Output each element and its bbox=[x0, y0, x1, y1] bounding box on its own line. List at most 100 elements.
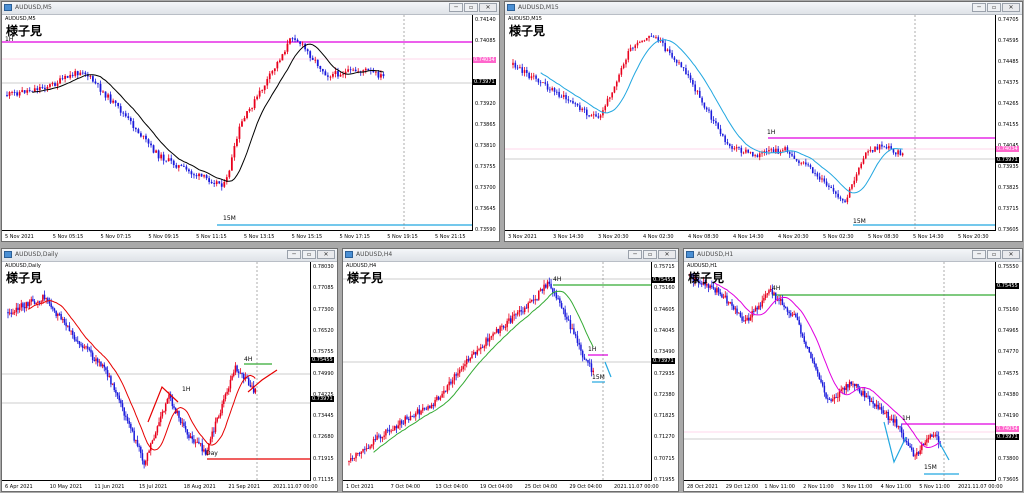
price-chart[interactable]: AUDUSD,H4 様子見 4H 1H 15M 0.75715 0.75160 0.… bbox=[343, 262, 678, 491]
chart-canvas[interactable] bbox=[684, 262, 1022, 491]
window-titlebar[interactable]: AUDUSD,M15 ─ ▫ ✕ bbox=[505, 2, 1022, 15]
chart-window-m5[interactable]: AUDUSD,M5 ─ ▫ ✕ AUDUSD,M5 様子見 1H 15M 0.7… bbox=[1, 1, 500, 242]
candle-body bbox=[895, 419, 898, 427]
restore-button[interactable]: ▫ bbox=[987, 3, 1001, 12]
candle-body bbox=[11, 92, 13, 93]
candle-body bbox=[717, 288, 720, 293]
close-button[interactable]: ✕ bbox=[1002, 3, 1020, 12]
minimize-button[interactable]: ─ bbox=[449, 3, 463, 12]
restore-button[interactable]: ▫ bbox=[987, 250, 1001, 259]
time-tick-label: 4 Nov 20:30 bbox=[778, 234, 809, 240]
price-chart[interactable]: AUDUSD,M15 様子見 1H 15M 0.74705 0.74595 0.74… bbox=[505, 15, 1022, 241]
chart-window-h4[interactable]: AUDUSD,H4 ─ ▫ ✕ AUDUSD,H4 様子見 4H 1H 15M … bbox=[342, 248, 679, 492]
chart-canvas[interactable] bbox=[505, 15, 1022, 241]
candle-body bbox=[495, 328, 498, 333]
candle-body bbox=[929, 434, 931, 438]
candle-body bbox=[863, 391, 866, 398]
candle-body bbox=[446, 385, 449, 392]
candle-body bbox=[555, 292, 558, 299]
window-titlebar[interactable]: AUDUSD,H1 ─ ▫ ✕ bbox=[684, 249, 1022, 262]
trend-arrow bbox=[147, 385, 179, 423]
candle-body bbox=[786, 308, 789, 312]
price-tick-label: 0.74380 bbox=[998, 391, 1019, 398]
candle-body bbox=[546, 281, 549, 288]
candle-body bbox=[853, 383, 856, 387]
candle-body bbox=[811, 167, 814, 174]
candle-body bbox=[768, 290, 770, 294]
candle-body bbox=[934, 434, 937, 436]
minimize-button[interactable]: ─ bbox=[628, 250, 642, 259]
candle-body bbox=[795, 158, 798, 161]
candle-body bbox=[251, 108, 253, 109]
candle-body bbox=[884, 413, 886, 414]
close-button[interactable]: ✕ bbox=[479, 3, 497, 12]
price-tick-label: 0.74705 bbox=[998, 17, 1019, 23]
candle-body bbox=[779, 299, 782, 301]
chart-canvas[interactable] bbox=[343, 262, 678, 491]
candle-body bbox=[286, 43, 289, 52]
candle-body bbox=[726, 295, 728, 304]
candle-body bbox=[749, 151, 752, 153]
candle-body bbox=[78, 341, 81, 345]
chart-canvas[interactable] bbox=[2, 262, 337, 491]
candle-body bbox=[268, 73, 271, 80]
candle-body bbox=[339, 74, 342, 77]
restore-button[interactable]: ▫ bbox=[643, 250, 657, 259]
candle-body bbox=[726, 142, 729, 144]
time-tick-label: 10 May 2021 bbox=[49, 484, 83, 490]
chart-window-m15[interactable]: AUDUSD,M15 ─ ▫ ✕ AUDUSD,M15 様子見 1H 15M 0… bbox=[504, 1, 1023, 242]
candle-body bbox=[759, 305, 762, 307]
candle-body bbox=[880, 407, 883, 411]
candle-body bbox=[377, 71, 380, 78]
candle-body bbox=[825, 392, 827, 399]
candle-body bbox=[476, 350, 479, 355]
candle-body bbox=[492, 333, 494, 337]
candle-body bbox=[550, 283, 552, 289]
candle-body bbox=[785, 307, 787, 309]
close-button[interactable]: ✕ bbox=[1002, 250, 1020, 259]
candle-body bbox=[539, 82, 542, 84]
minimize-button[interactable]: ─ bbox=[972, 250, 986, 259]
candle-body bbox=[451, 380, 454, 384]
candle-body bbox=[42, 294, 44, 302]
annotation-label: 1H bbox=[767, 129, 776, 136]
price-chart[interactable]: AUDUSD,M5 様子見 1H 15M 0.741400.740850.740… bbox=[2, 15, 499, 241]
chart-canvas[interactable] bbox=[2, 15, 499, 241]
candle-body bbox=[136, 440, 139, 446]
candle-body bbox=[105, 367, 107, 371]
chart-window-daily[interactable]: AUDUSD,Daily ─ ▫ ✕ AUDUSD,Daily 様子見 4H 1… bbox=[1, 248, 338, 492]
price-tick-label: 0.72680 bbox=[313, 434, 334, 441]
candle-body bbox=[606, 98, 609, 106]
close-button[interactable]: ✕ bbox=[658, 250, 676, 259]
restore-button[interactable]: ▫ bbox=[464, 3, 478, 12]
candle-body bbox=[183, 422, 185, 426]
candle-body bbox=[513, 314, 515, 316]
candle-body bbox=[744, 320, 747, 322]
minimize-button[interactable]: ─ bbox=[287, 250, 301, 259]
window-titlebar[interactable]: AUDUSD,H4 ─ ▫ ✕ bbox=[343, 249, 678, 262]
window-titlebar[interactable]: AUDUSD,Daily ─ ▫ ✕ bbox=[2, 249, 337, 262]
candle-body bbox=[350, 458, 352, 461]
candle-body bbox=[21, 90, 24, 92]
candle-body bbox=[99, 83, 102, 92]
close-button[interactable]: ✕ bbox=[317, 250, 335, 259]
candle-body bbox=[532, 299, 535, 301]
price-tick-label: 0.71270 bbox=[654, 434, 675, 441]
candle-body bbox=[597, 116, 600, 118]
price-chart[interactable]: AUDUSD,Daily 様子見 4H 1H Day 0.78030 0.7708… bbox=[2, 262, 337, 491]
window-titlebar[interactable]: AUDUSD,M5 ─ ▫ ✕ bbox=[2, 2, 499, 15]
time-tick-label: 5 Nov 13:15 bbox=[243, 234, 275, 240]
restore-button[interactable]: ▫ bbox=[302, 250, 316, 259]
price-tick-label: 0.74140 bbox=[475, 17, 496, 23]
chart-window-h1[interactable]: AUDUSD,H1 ─ ▫ ✕ AUDUSD,H1 様子見 4H 1H 15M … bbox=[683, 248, 1023, 492]
minimize-button[interactable]: ─ bbox=[972, 3, 986, 12]
price-chart[interactable]: AUDUSD,H1 様子見 4H 1H 15M 0.755500.753550.… bbox=[684, 262, 1022, 491]
candle-body bbox=[567, 319, 570, 321]
time-tick-label: 29 Oct 12:00 bbox=[725, 484, 759, 490]
candle-body bbox=[581, 350, 584, 358]
candle-body bbox=[386, 429, 389, 431]
time-tick-label: 2021.11.07 00:00 bbox=[273, 484, 318, 490]
candle-body bbox=[385, 429, 387, 436]
candle-body bbox=[556, 91, 558, 93]
candle-body bbox=[441, 393, 443, 398]
